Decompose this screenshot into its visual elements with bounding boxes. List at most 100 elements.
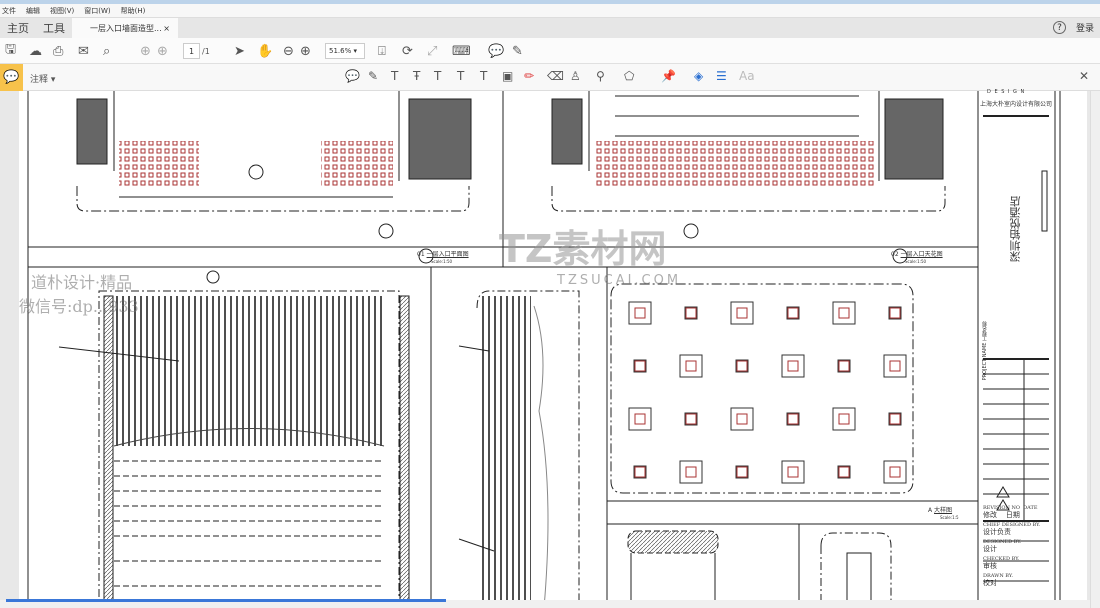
zoom-out-icon[interactable]: ⊖	[283, 42, 294, 60]
label-01-title: 一层入口平面图	[426, 251, 469, 258]
label-a-number: A	[928, 507, 933, 514]
drawing-label-a: A 大样图 Scale:1:5	[928, 505, 959, 521]
ceiling-light-fixture	[832, 407, 856, 431]
tab-tools[interactable]: 工具	[36, 20, 72, 36]
shapes-icon[interactable]: ⬠	[624, 69, 634, 83]
drawing-label-02: 02 一层入口天花图 Scale:1:50	[891, 249, 943, 265]
fill-color-icon[interactable]: ◈	[694, 69, 703, 83]
tab-home[interactable]: 主页	[0, 20, 36, 36]
ceiling-light-core	[685, 307, 697, 319]
ceiling-light-fixture	[684, 306, 698, 320]
ceiling-light-fixture	[786, 412, 800, 426]
page-total: /1	[202, 46, 210, 56]
ceiling-light-fixture	[735, 359, 749, 373]
sign-pen-icon[interactable]: ✎	[512, 42, 523, 60]
underline-text-icon[interactable]: T	[391, 69, 398, 83]
comment-menu[interactable]: 注释 ▾	[30, 72, 55, 85]
ceiling-light-core	[787, 413, 799, 425]
help-icon[interactable]: ?	[1052, 21, 1066, 34]
zoom-level-select[interactable]: 51.6% ▾	[325, 43, 365, 59]
ceiling-light-fixture	[735, 465, 749, 479]
menu-bar: 文件 编辑 视图(V) 窗口(W) 帮助(H)	[0, 4, 1100, 17]
watermark-wechat: 微信号:dp...933	[19, 297, 139, 316]
ceiling-light-core	[736, 307, 748, 319]
ceiling-light-core	[838, 307, 850, 319]
menu-window[interactable]: 窗口(W)	[84, 6, 110, 16]
fit-page-icon[interactable]: ⍗	[378, 42, 386, 60]
ceiling-light-fixture	[633, 359, 647, 373]
checked-cn: 审核	[983, 562, 997, 570]
replace-text-icon[interactable]: T	[434, 69, 441, 83]
hand-tool-icon[interactable]: ✋	[257, 42, 273, 60]
insert-text-icon[interactable]: T	[457, 69, 464, 83]
comment-icon[interactable]: 💬	[488, 42, 504, 60]
print-icon[interactable]: ⎙	[53, 42, 63, 60]
ceiling-light-core	[787, 360, 799, 372]
ceiling-light-fixture	[781, 460, 805, 484]
vertical-scrollbar[interactable]	[1090, 91, 1100, 608]
pin-icon[interactable]: 📌	[661, 69, 676, 83]
ceiling-light-core	[634, 413, 646, 425]
ceiling-light-fixture	[781, 354, 805, 378]
label-a-title: 大样图	[934, 507, 953, 514]
ceiling-light-fixture	[684, 412, 698, 426]
title-block-company: 上海大朴室内设计有限公司	[980, 101, 1053, 108]
horizontal-scroll-thumb[interactable]	[6, 599, 446, 602]
ceiling-light-core	[685, 413, 697, 425]
drawn-cn: 校对	[983, 579, 997, 587]
title-block-project: 深圳铂悦酒店	[1009, 196, 1022, 262]
login-button[interactable]: 登录	[1076, 21, 1094, 34]
next-page-icon[interactable]: ⊕	[157, 42, 168, 60]
strikethrough-icon[interactable]: Ŧ	[413, 69, 420, 83]
select-cursor-icon[interactable]: ➤	[234, 42, 245, 60]
menu-view[interactable]: 视图(V)	[50, 6, 74, 16]
ceiling-light-core	[736, 360, 748, 372]
ceiling-light-core	[634, 307, 646, 319]
watermark-site: TZ素材网	[499, 227, 667, 271]
stamp-icon[interactable]: ♙	[570, 69, 581, 83]
menu-edit[interactable]: 编辑	[26, 6, 40, 16]
project-name-label: PROJECT NAME 工程名称	[981, 321, 988, 380]
ceiling-light-core	[685, 466, 697, 478]
watermark-domain: TZSUCAI.COM	[557, 273, 682, 288]
menu-help[interactable]: 帮助(H)	[121, 6, 146, 16]
line-style-icon[interactable]: ☰	[716, 69, 727, 83]
page-number-input[interactable]: 1	[183, 43, 200, 59]
close-tab-icon[interactable]: ×	[163, 24, 170, 33]
eraser-icon[interactable]: ⌫	[547, 69, 564, 83]
zoom-in-icon[interactable]: ⊕	[300, 42, 311, 60]
document-area[interactable]: D E S I G N 上海大朴室内设计有限公司 深圳铂悦酒店 PROJECT …	[0, 89, 1100, 608]
attach-icon[interactable]: ⚲	[596, 69, 605, 83]
tab-document-label: 一层入口墙面造型...	[90, 24, 162, 33]
email-icon[interactable]: ✉	[78, 42, 89, 60]
highlight-icon[interactable]: ✎	[368, 69, 378, 83]
tab-document[interactable]: 一层入口墙面造型... ×	[72, 18, 178, 39]
ceiling-light-fixture	[628, 301, 652, 325]
ceiling-light-fixture	[633, 465, 647, 479]
menu-file[interactable]: 文件	[2, 6, 16, 16]
read-mode-icon[interactable]: ⌨	[452, 42, 471, 60]
ceiling-light-core	[787, 307, 799, 319]
pdf-page: D E S I G N 上海大朴室内设计有限公司 深圳铂悦酒店 PROJECT …	[19, 89, 1087, 608]
project-name-cn: 工程名称	[982, 321, 988, 341]
drawing-label-01: 01 一层入口平面图 Scale:1:50	[417, 249, 469, 265]
rotate-icon[interactable]: ⟳	[402, 42, 413, 60]
textbox-icon[interactable]: ▣	[502, 69, 513, 83]
ceiling-light-fixture	[883, 460, 907, 484]
ceiling-light-fixture	[730, 407, 754, 431]
upload-cloud-icon[interactable]: ☁	[29, 42, 42, 60]
date-cn: 日期	[1005, 511, 1020, 519]
search-icon[interactable]: ⌕	[103, 42, 110, 60]
save-icon[interactable]: 🖫	[5, 42, 16, 60]
label-01-scale: Scale:1:50	[431, 259, 453, 264]
prev-page-icon[interactable]: ⊕	[140, 42, 151, 60]
pencil-icon[interactable]: ✏	[524, 69, 534, 83]
text-comment-icon[interactable]: T	[480, 69, 487, 83]
comment-panel-icon[interactable]: 💬	[0, 64, 23, 91]
fullscreen-icon[interactable]: ⤢	[427, 42, 437, 60]
close-comment-bar-icon[interactable]: ✕	[1079, 69, 1089, 83]
date-en: DATE	[1023, 505, 1038, 511]
text-size-icon[interactable]: Aa	[739, 69, 755, 83]
sticky-note-icon[interactable]: 💬	[345, 69, 360, 83]
ceiling-light-core	[634, 360, 646, 372]
